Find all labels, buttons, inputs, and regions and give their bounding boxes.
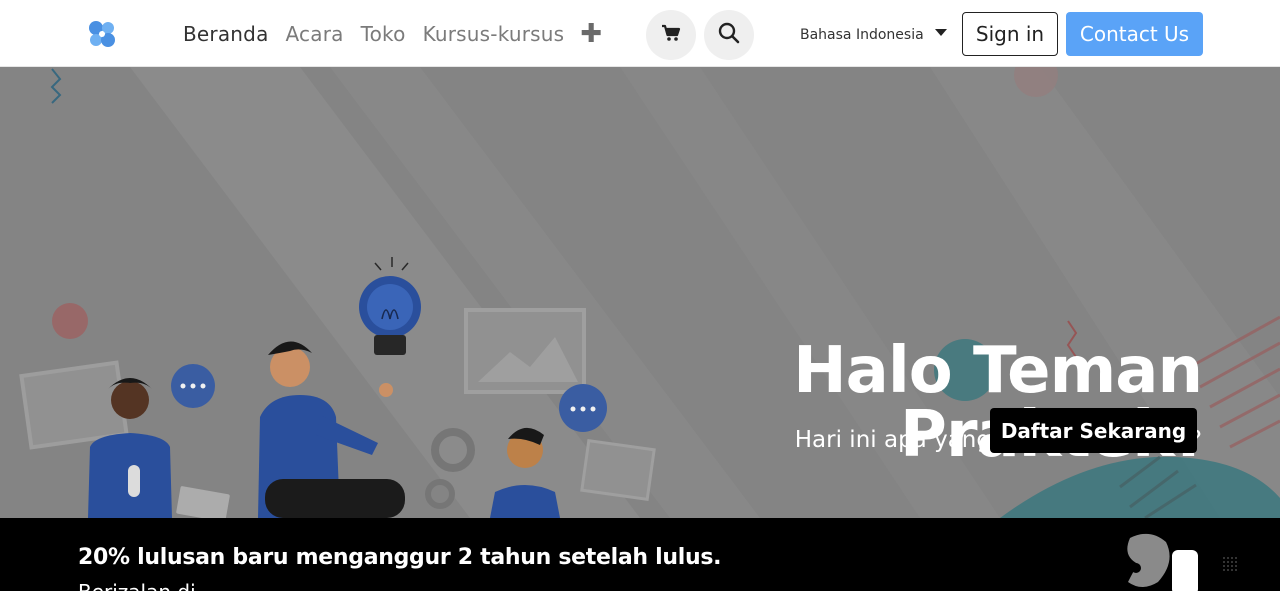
stats-banner: 20% lulusan baru menganggur 2 tahun sete… <box>0 518 1280 591</box>
cart-icon <box>661 24 681 46</box>
hero-section: Halo Teman Praktek! Hari ini apa yang ma… <box>0 67 1280 518</box>
cart-button[interactable] <box>646 10 696 60</box>
nav-item-toko[interactable]: Toko <box>361 22 406 46</box>
logo-icon[interactable] <box>86 18 118 50</box>
plus-icon[interactable]: ✚ <box>580 21 602 47</box>
banner-title: 20% lulusan baru menganggur 2 tahun sete… <box>78 545 722 570</box>
signin-button[interactable]: Sign in <box>962 12 1058 56</box>
site-header: Beranda Acara Toko Kursus-kursus ✚ Bahas… <box>0 0 1280 67</box>
nav-item-acara[interactable]: Acara <box>286 22 344 46</box>
main-nav: Beranda Acara Toko Kursus-kursus ✚ <box>183 0 602 67</box>
banner-decoration <box>1127 533 1237 591</box>
language-selector[interactable]: Bahasa Indonesia <box>800 27 947 43</box>
banner-subtitle: Berizalan di... <box>78 580 215 591</box>
register-now-button[interactable]: Daftar Sekarang <box>990 408 1197 453</box>
search-icon <box>718 22 740 48</box>
nav-item-beranda[interactable]: Beranda <box>183 22 269 46</box>
language-label: Bahasa Indonesia <box>800 27 924 43</box>
caret-down-icon <box>934 28 947 36</box>
contact-us-button[interactable]: Contact Us <box>1066 12 1203 56</box>
search-button[interactable] <box>704 10 754 60</box>
nav-item-kursus[interactable]: Kursus-kursus <box>423 22 565 46</box>
